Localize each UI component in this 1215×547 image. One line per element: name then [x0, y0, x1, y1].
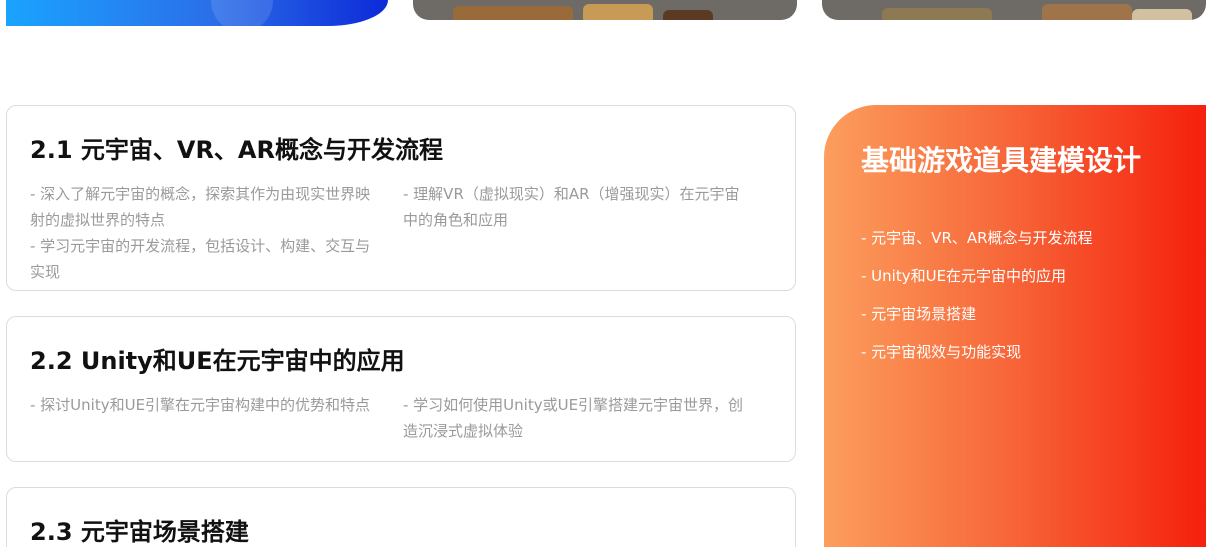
course-summary-panel: 基础游戏道具建模设计 - 元宇宙、VR、AR概念与开发流程 - Unity和UE… [824, 105, 1206, 547]
panel-list-item[interactable]: - 元宇宙场景搭建 [861, 295, 1206, 333]
card-title: 2.1 元宇宙、VR、AR概念与开发流程 [30, 136, 443, 164]
banner-image-1[interactable] [413, 0, 797, 20]
card-point: - 学习元宇宙的开发流程，包括设计、构建、交互与实现 [30, 237, 371, 281]
card-points-right: - 学习如何使用Unity或UE引擎搭建元宇宙世界，创造沉浸式虚拟体验 [403, 392, 748, 444]
card-points-right: - 理解VR（虚拟现实）和AR（增强现实）在元宇宙中的角色和应用 [403, 181, 748, 233]
card-points-left: - 深入了解元宇宙的概念，探索其作为由现实世界映射的虚拟世界的特点 - 学习元宇… [30, 181, 375, 285]
panel-title: 基础游戏道具建模设计 [861, 144, 1142, 177]
panel-list: - 元宇宙、VR、AR概念与开发流程 - Unity和UE在元宇宙中的应用 - … [861, 219, 1206, 371]
card-points-left: - 探讨Unity和UE引擎在元宇宙构建中的优势和特点 [30, 392, 375, 418]
panel-list-item[interactable]: - 元宇宙、VR、AR概念与开发流程 [861, 219, 1206, 257]
banner-blue[interactable] [6, 0, 388, 26]
course-card-2-1[interactable]: 2.1 元宇宙、VR、AR概念与开发流程 - 深入了解元宇宙的概念，探索其作为由… [6, 105, 796, 291]
card-point: - 深入了解元宇宙的概念，探索其作为由现实世界映射的虚拟世界的特点 [30, 185, 371, 229]
panel-list-item[interactable]: - Unity和UE在元宇宙中的应用 [861, 257, 1206, 295]
card-title: 2.3 元宇宙场景搭建 [30, 518, 249, 546]
course-card-2-3[interactable]: 2.3 元宇宙场景搭建 [6, 487, 796, 547]
banner-decoration [211, 0, 273, 26]
card-point: - 探讨Unity和UE引擎在元宇宙构建中的优势和特点 [30, 396, 371, 414]
course-card-2-2[interactable]: 2.2 Unity和UE在元宇宙中的应用 - 探讨Unity和UE引擎在元宇宙构… [6, 316, 796, 462]
card-title: 2.2 Unity和UE在元宇宙中的应用 [30, 347, 405, 375]
banner-image-2[interactable] [822, 0, 1206, 20]
card-point: - 理解VR（虚拟现实）和AR（增强现实）在元宇宙中的角色和应用 [403, 185, 740, 229]
card-point: - 学习如何使用Unity或UE引擎搭建元宇宙世界，创造沉浸式虚拟体验 [403, 396, 744, 440]
page: 2.1 元宇宙、VR、AR概念与开发流程 - 深入了解元宇宙的概念，探索其作为由… [0, 0, 1215, 547]
panel-list-item[interactable]: - 元宇宙视效与功能实现 [861, 333, 1206, 371]
